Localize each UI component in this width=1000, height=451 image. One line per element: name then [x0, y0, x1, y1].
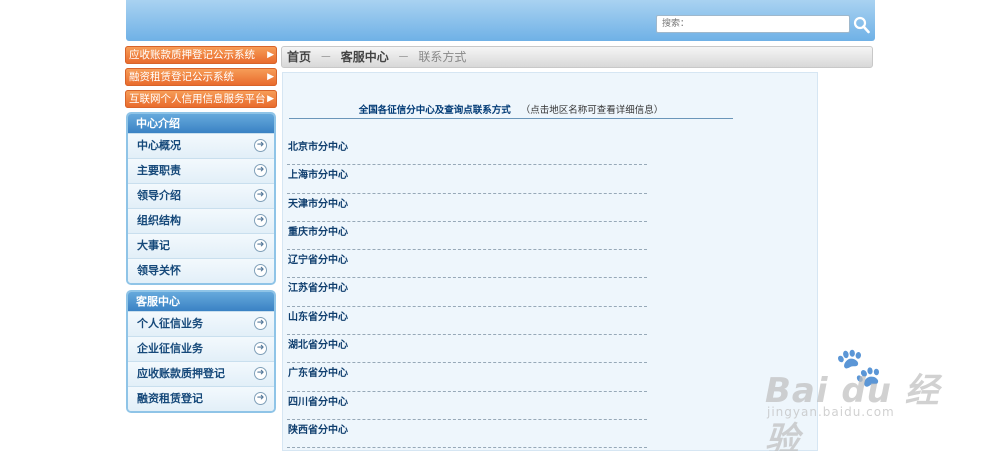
baidu-jingyan-watermark: 🐾 Bai du 经验 jingyan.baidu.com — [765, 345, 965, 451]
quick-link-receivables[interactable]: 应收账款质押登记公示系统 ▶ — [125, 46, 277, 64]
sidebar-item-enterprise-credit[interactable]: 企业征信业务 ➜ — [128, 336, 274, 361]
right-triangle-icon: ▶ — [267, 72, 274, 82]
sidebar-item-label: 大事记 — [137, 239, 170, 252]
quick-link-internet-credit[interactable]: 互联网个人信用信息服务平台 ▶ — [125, 90, 277, 108]
search-input[interactable]: 搜索： — [656, 15, 850, 33]
circle-arrow-icon: ➜ — [254, 164, 267, 177]
circle-arrow-icon: ➜ — [254, 392, 267, 405]
search-button[interactable] — [853, 15, 871, 35]
circle-arrow-icon: ➜ — [254, 342, 267, 355]
page-title-note: （点击地区名称可查看详细信息） — [520, 105, 664, 116]
sidebar-item-label: 领导关怀 — [137, 264, 181, 277]
breadcrumb-current: 联系方式 — [418, 50, 467, 64]
sidebar-item-label: 组织结构 — [137, 214, 181, 227]
center-link-chongqing[interactable]: 重庆市分中心 — [287, 222, 647, 251]
center-link-guangdong[interactable]: 广东省分中心 — [287, 363, 647, 392]
breadcrumb-separator: － — [319, 50, 332, 64]
center-link-hubei[interactable]: 湖北省分中心 — [287, 335, 647, 364]
sidebar-item-events[interactable]: 大事记 ➜ — [128, 233, 274, 258]
right-triangle-icon: ▶ — [267, 94, 274, 104]
center-link-jiangsu[interactable]: 江苏省分中心 — [287, 278, 647, 307]
sidebar-item-structure[interactable]: 组织结构 ➜ — [128, 208, 274, 233]
quick-link-label: 互联网个人信用信息服务平台 — [129, 93, 266, 105]
breadcrumb-section[interactable]: 客服中心 — [341, 50, 389, 64]
search-icon — [853, 16, 870, 34]
sidebar-item-label: 个人征信业务 — [137, 317, 203, 330]
sidebar-item-duties[interactable]: 主要职责 ➜ — [128, 158, 274, 183]
sidebar-item-leaders[interactable]: 领导介绍 ➜ — [128, 183, 274, 208]
sidebar-item-label: 企业征信业务 — [137, 342, 203, 355]
watermark-url: jingyan.baidu.com — [767, 405, 895, 419]
quick-link-label: 融资租赁登记公示系统 — [129, 71, 234, 83]
circle-arrow-icon: ➜ — [254, 264, 267, 277]
circle-arrow-icon: ➜ — [254, 317, 267, 330]
center-list: 北京市分中心 上海市分中心 天津市分中心 重庆市分中心 辽宁省分中心 江苏省分中… — [287, 137, 647, 449]
center-link-shaanxi[interactable]: 陕西省分中心 — [287, 420, 647, 449]
center-link-beijing[interactable]: 北京市分中心 — [287, 137, 647, 166]
sidebar-item-leasing[interactable]: 融资租赁登记 ➜ — [128, 386, 274, 411]
page-title: 全国各征信分中心及查询点联系方式 （点击地区名称可查看详细信息） — [289, 102, 733, 119]
circle-arrow-icon: ➜ — [254, 239, 267, 252]
main-content: 全国各征信分中心及查询点联系方式 （点击地区名称可查看详细信息） 北京市分中心 上… — [282, 72, 818, 451]
panel-title: 客服中心 — [128, 292, 274, 311]
circle-arrow-icon: ➜ — [254, 139, 267, 152]
circle-arrow-icon: ➜ — [254, 367, 267, 380]
center-link-shandong[interactable]: 山东省分中心 — [287, 307, 647, 336]
site-header: 搜索： — [126, 0, 875, 41]
panel-title: 中心介绍 — [128, 114, 274, 133]
page-title-text: 全国各征信分中心及查询点联系方式 — [358, 105, 511, 116]
center-link-liaoning[interactable]: 辽宁省分中心 — [287, 250, 647, 279]
sidebar-item-label: 应收账款质押登记 — [137, 367, 225, 380]
center-intro-panel: 中心介绍 中心概况 ➜ 主要职责 ➜ 领导介绍 ➜ 组织结构 ➜ 大事记 ➜ 领… — [126, 112, 276, 285]
center-link-sichuan[interactable]: 四川省分中心 — [287, 392, 647, 420]
breadcrumb-separator: － — [397, 50, 410, 64]
page: 搜索： 应收账款质押登记公示系统 ▶ 融资租赁登记公示系统 ▶ 互联网个人信用信… — [0, 0, 1000, 451]
circle-arrow-icon: ➜ — [254, 189, 267, 202]
circle-arrow-icon: ➜ — [254, 214, 267, 227]
sidebar-item-label: 融资租赁登记 — [137, 392, 203, 405]
sidebar-item-receivables[interactable]: 应收账款质押登记 ➜ — [128, 361, 274, 386]
quick-link-label: 应收账款质押登记公示系统 — [129, 49, 255, 61]
quick-link-leasing[interactable]: 融资租赁登记公示系统 ▶ — [125, 68, 277, 86]
breadcrumb: 首页 － 客服中心 － 联系方式 — [281, 46, 873, 68]
sidebar-item-personal-credit[interactable]: 个人征信业务 ➜ — [128, 311, 274, 336]
center-link-shanghai[interactable]: 上海市分中心 — [287, 165, 647, 194]
sidebar-item-label: 主要职责 — [137, 164, 181, 177]
sidebar-item-care[interactable]: 领导关怀 ➜ — [128, 258, 274, 283]
sidebar-item-label: 中心概况 — [137, 139, 181, 152]
sidebar-item-label: 领导介绍 — [137, 189, 181, 202]
right-triangle-icon: ▶ — [267, 50, 274, 60]
center-link-tianjin[interactable]: 天津市分中心 — [287, 194, 647, 222]
breadcrumb-home[interactable]: 首页 — [287, 50, 311, 64]
sidebar-item-overview[interactable]: 中心概况 ➜ — [128, 133, 274, 158]
service-center-panel: 客服中心 个人征信业务 ➜ 企业征信业务 ➜ 应收账款质押登记 ➜ 融资租赁登记… — [126, 290, 276, 413]
